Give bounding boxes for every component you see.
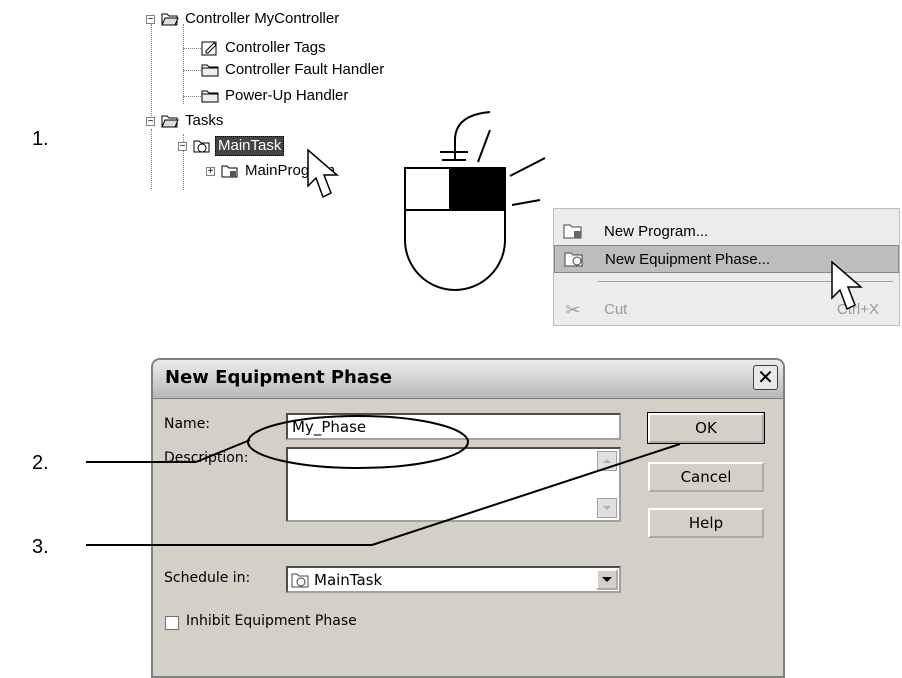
menu-label-new-program: New Program... — [604, 222, 709, 240]
ok-button[interactable]: OK — [647, 412, 765, 444]
scissors-icon: ✂ — [565, 300, 581, 320]
help-button[interactable]: Help — [648, 508, 764, 538]
tree-node-tasks[interactable]: − Tasks — [146, 110, 225, 132]
scroll-down-icon[interactable] — [597, 498, 617, 518]
schedule-select[interactable]: MainTask — [286, 566, 621, 593]
schedule-value: MainTask — [314, 571, 383, 589]
tree-label-fault-handler: Controller Fault Handler — [225, 61, 385, 78]
schedule-label: Schedule in: — [164, 570, 251, 586]
close-icon[interactable]: ✕ — [753, 365, 778, 390]
name-field[interactable]: My_Phase — [286, 413, 621, 440]
tree-label-tasks: Tasks — [185, 112, 224, 129]
menu-label-cut: Cut — [604, 300, 628, 318]
tree-label-controller-tags: Controller Tags — [225, 39, 326, 56]
collapse-icon[interactable]: − — [178, 141, 187, 151]
collapse-icon[interactable]: − — [146, 116, 155, 126]
task-icon — [291, 573, 309, 588]
collapse-icon[interactable]: − — [146, 14, 155, 24]
menu-item-new-equipment-phase[interactable]: New Equipment Phase... — [554, 245, 899, 273]
program-icon — [221, 165, 238, 178]
folder-icon — [201, 90, 219, 103]
step-3-label: 3. — [32, 536, 49, 558]
tree-label-main-program: MainProgram — [245, 162, 336, 179]
menu-separator — [598, 281, 893, 282]
tree-label-main-task: MainTask — [215, 136, 285, 156]
dialog-title: New Equipment Phase — [165, 367, 392, 388]
dialog-titlebar[interactable]: New Equipment Phase ✕ — [153, 360, 783, 399]
menu-shortcut-cut: Ctrl+X — [836, 300, 879, 318]
task-icon — [193, 140, 210, 153]
new-equipment-phase-icon — [564, 252, 583, 267]
new-program-icon — [563, 224, 582, 239]
tree-node-main-program[interactable]: + MainProgram — [206, 160, 337, 182]
inhibit-label: Inhibit Equipment Phase — [186, 613, 357, 629]
scroll-up-icon[interactable] — [597, 451, 617, 471]
context-menu: New Program... New Equipment Phase... ✂ … — [553, 208, 900, 326]
dropdown-arrow-icon[interactable] — [596, 569, 618, 590]
open-folder-icon — [161, 13, 179, 26]
menu-item-new-program[interactable]: New Program... — [554, 217, 899, 245]
menu-label-new-equipment-phase: New Equipment Phase... — [605, 250, 771, 268]
tree-node-controller[interactable]: − Controller MyController — [146, 8, 341, 30]
step-2-label: 2. — [32, 452, 49, 474]
tree-label-controller: Controller MyController — [185, 10, 340, 27]
cancel-button[interactable]: Cancel — [648, 462, 764, 492]
tags-icon — [201, 41, 217, 56]
expand-icon[interactable]: + — [206, 166, 215, 176]
tree-node-main-task[interactable]: − MainTask — [178, 135, 285, 157]
inhibit-checkbox[interactable] — [165, 616, 179, 630]
tree-node-fault-handler[interactable]: Controller Fault Handler — [201, 59, 386, 81]
controller-organizer-tree: − Controller MyController Controller Tag… — [140, 4, 440, 194]
menu-item-cut[interactable]: ✂ Cut Ctrl+X — [554, 295, 899, 323]
tree-label-powerup-handler: Power-Up Handler — [225, 87, 349, 104]
description-label: Description: — [164, 450, 249, 466]
name-label: Name: — [164, 416, 211, 432]
folder-icon — [201, 64, 219, 77]
name-value: My_Phase — [292, 418, 367, 436]
tree-node-powerup-handler[interactable]: Power-Up Handler — [201, 85, 350, 107]
tree-node-controller-tags[interactable]: Controller Tags — [201, 37, 328, 59]
description-field[interactable] — [286, 447, 621, 522]
open-folder-icon — [161, 115, 179, 128]
step-1-label: 1. — [32, 128, 49, 150]
new-equipment-phase-dialog: New Equipment Phase ✕ Name: My_Phase Des… — [151, 358, 785, 678]
